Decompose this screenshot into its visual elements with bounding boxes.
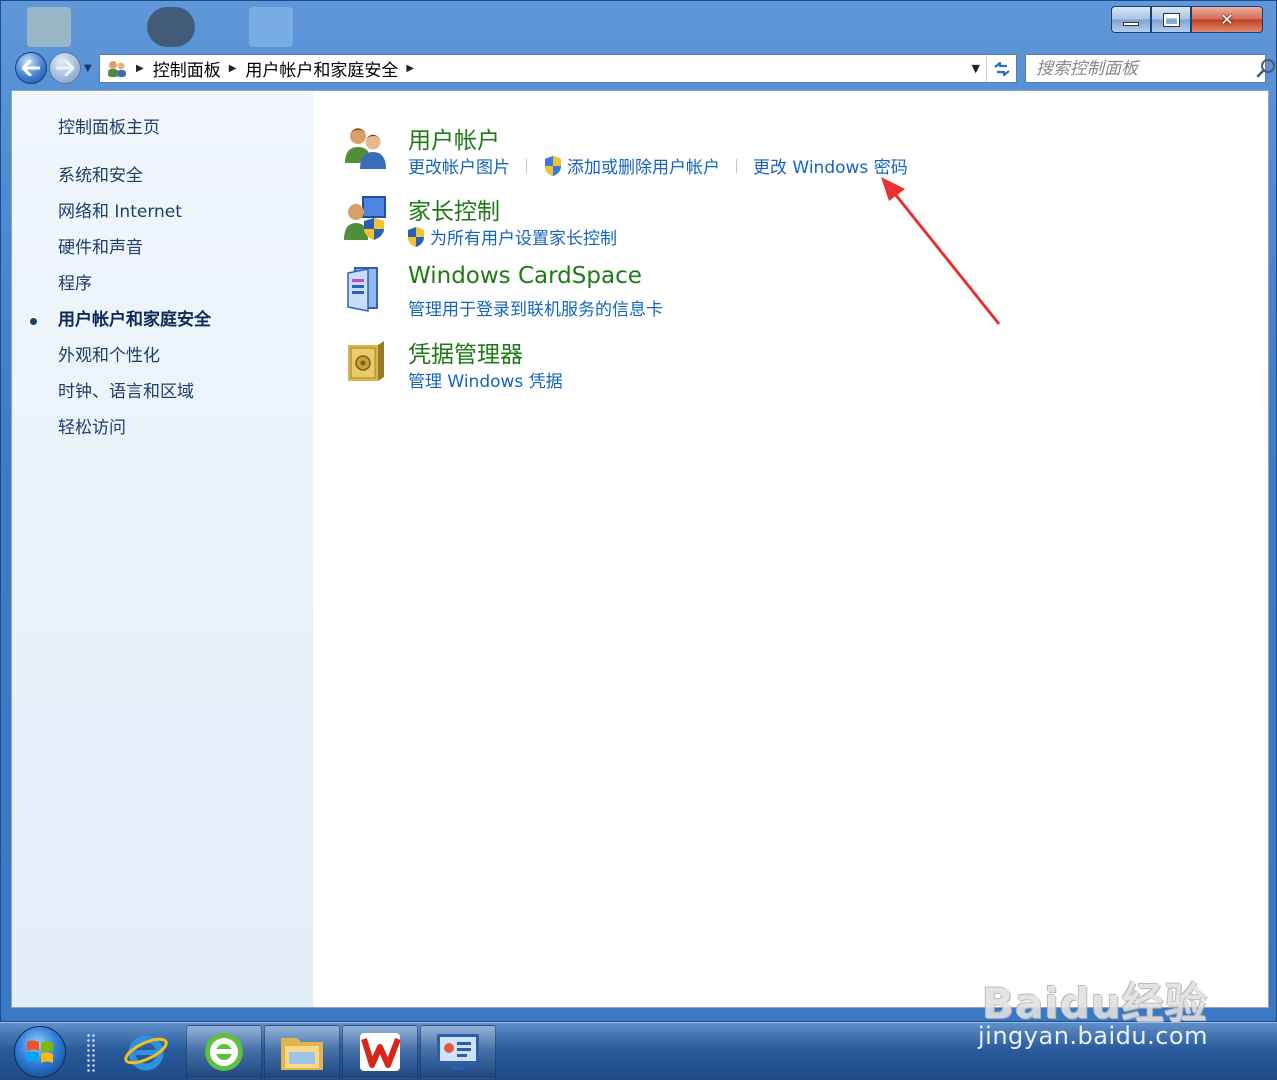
parental-controls-icon[interactable]: [342, 194, 390, 242]
background-window-ghost: [27, 7, 71, 47]
ie-green-icon: [205, 1033, 243, 1071]
group-credential-manager: 凭据管理器 管理 Windows 凭据: [342, 335, 1042, 395]
cardspace-title-link[interactable]: Windows CardSpace: [408, 263, 642, 289]
address-history-dropdown[interactable]: ▼: [972, 62, 980, 75]
sidebar-item-clock-language-region[interactable]: 时钟、语言和区域: [58, 380, 211, 416]
maximize-button[interactable]: [1151, 6, 1191, 33]
main-pane: 用户帐户 更改帐户图片 添加或删除用户帐户 更改 Windows 密码 家长控制…: [313, 91, 1268, 1007]
control-panel-icon: [106, 59, 128, 79]
sidebar-item-ease-of-access[interactable]: 轻松访问: [58, 416, 211, 452]
sidebar-item-programs[interactable]: 程序: [58, 272, 211, 308]
taskbar-wps-office[interactable]: [342, 1025, 418, 1079]
manage-information-cards-link[interactable]: 管理用于登录到联机服务的信息卡: [408, 295, 663, 320]
recent-pages-dropdown[interactable]: ▼: [84, 63, 92, 74]
category-list: 系统和安全 网络和 Internet 硬件和声音 程序 用户帐户和家庭安全 外观…: [30, 164, 211, 452]
wps-icon: [360, 1033, 401, 1071]
breadcrumb-separator-icon[interactable]: ▶: [406, 63, 414, 74]
start-orb-icon[interactable]: [14, 1026, 66, 1078]
close-icon: ✕: [1220, 10, 1234, 29]
taskbar-internet-explorer[interactable]: [108, 1025, 184, 1079]
navigation-bar: ▼ ▶ 控制面板 ▶ 用户帐户和家庭安全 ▶ ▼: [1, 49, 1276, 87]
parental-controls-links: 为所有用户设置家长控制: [406, 224, 617, 249]
uac-shield-icon: [408, 226, 424, 247]
minimize-icon: [1123, 21, 1139, 26]
active-bullet-icon: [30, 318, 37, 325]
sidebar-item-appearance[interactable]: 外观和个性化: [58, 344, 211, 380]
manage-windows-credentials-link[interactable]: 管理 Windows 凭据: [408, 367, 563, 392]
annotation-arrow-icon: [881, 177, 1001, 325]
setup-parental-controls-link[interactable]: 为所有用户设置家长控制: [406, 224, 617, 249]
taskbar-green-browser[interactable]: [186, 1025, 262, 1079]
breadcrumb-control-panel[interactable]: 控制面板: [153, 56, 221, 81]
window-controls: ✕: [1111, 6, 1263, 33]
search-icon[interactable]: [1252, 55, 1277, 82]
refresh-icon: [993, 61, 1010, 76]
cardspace-links: 管理用于登录到联机服务的信息卡: [408, 295, 663, 320]
search-box[interactable]: [1025, 54, 1275, 83]
user-accounts-icon[interactable]: [342, 123, 390, 171]
taskbar-windows-explorer[interactable]: [264, 1025, 340, 1079]
user-accounts-links: 更改帐户图片 添加或删除用户帐户 更改 Windows 密码: [408, 153, 908, 178]
sidebar-item-user-accounts-family-safety[interactable]: 用户帐户和家庭安全: [30, 308, 211, 344]
uac-shield-icon: [545, 155, 561, 176]
title-bar[interactable]: ✕: [1, 1, 1276, 49]
forward-button[interactable]: [49, 52, 81, 84]
back-arrow-icon: [22, 60, 40, 76]
control-panel-window: ✕ ▼ ▶ 控制面板 ▶ 用户帐户和家庭安全 ▶ ▼ 搜索控制面板 控制面板主页…: [0, 0, 1277, 1022]
credential-manager-title-link[interactable]: 凭据管理器: [408, 335, 523, 369]
credential-manager-icon[interactable]: [342, 337, 390, 385]
back-button[interactable]: [15, 52, 47, 84]
minimize-button[interactable]: [1111, 6, 1151, 33]
sidebar-item-hardware-sound[interactable]: 硬件和声音: [58, 236, 211, 272]
taskbar-control-panel[interactable]: [420, 1025, 496, 1079]
search-input[interactable]: [1026, 58, 1252, 79]
taskbar-grip[interactable]: [86, 1033, 96, 1073]
link-divider: [526, 158, 527, 173]
group-user-accounts: 用户帐户 更改帐户图片 添加或删除用户帐户 更改 Windows 密码: [342, 121, 1042, 181]
ie-icon: [124, 1035, 168, 1071]
address-bar[interactable]: ▶ 控制面板 ▶ 用户帐户和家庭安全 ▶ ▼: [99, 54, 1017, 83]
control-panel-icon: [437, 1034, 479, 1070]
breadcrumb-user-accounts[interactable]: 用户帐户和家庭安全: [245, 56, 398, 81]
control-panel-home-link[interactable]: 控制面板主页: [58, 113, 160, 138]
breadcrumb-separator-icon[interactable]: ▶: [229, 63, 237, 74]
cardspace-icon[interactable]: [342, 265, 390, 313]
user-accounts-title-link[interactable]: 用户帐户: [408, 121, 500, 155]
credential-manager-links: 管理 Windows 凭据: [408, 367, 563, 392]
maximize-icon: [1162, 12, 1180, 27]
qq-penguin-ghost: [147, 7, 195, 47]
forward-arrow-icon: [56, 60, 74, 76]
left-task-pane: 控制面板主页 系统和安全 网络和 Internet 硬件和声音 程序 用户帐户和…: [12, 91, 313, 1007]
explorer-icon: [281, 1038, 323, 1070]
sidebar-item-network-internet[interactable]: 网络和 Internet: [58, 200, 211, 236]
change-windows-password-link[interactable]: 更改 Windows 密码: [753, 153, 908, 178]
link-divider: [736, 158, 737, 173]
content-area: 控制面板主页 系统和安全 网络和 Internet 硬件和声音 程序 用户帐户和…: [11, 90, 1269, 1008]
refresh-button[interactable]: [986, 55, 1016, 82]
close-button[interactable]: ✕: [1191, 6, 1263, 33]
taskbar: [0, 1022, 1277, 1080]
parental-controls-title-link[interactable]: 家长控制: [408, 192, 500, 226]
add-remove-user-accounts-link[interactable]: 添加或删除用户帐户: [543, 153, 720, 178]
change-account-picture-link[interactable]: 更改帐户图片: [408, 153, 510, 178]
breadcrumb-separator-icon[interactable]: ▶: [136, 63, 144, 74]
background-window-ghost: [249, 7, 293, 47]
sidebar-item-system-security[interactable]: 系统和安全: [58, 164, 211, 200]
